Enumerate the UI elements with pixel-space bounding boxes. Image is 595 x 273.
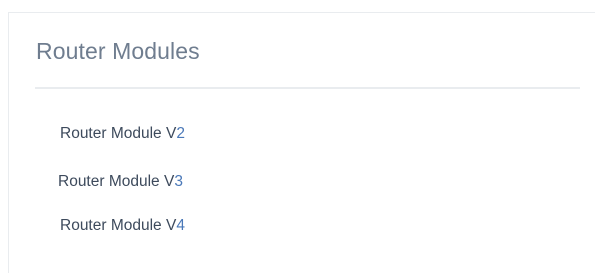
module-version: 2: [176, 125, 185, 142]
router-module-v4-link[interactable]: Router Module V4: [60, 217, 185, 235]
module-name: Router Module V: [58, 173, 175, 190]
router-module-v3-link[interactable]: Router Module V3: [58, 173, 183, 191]
module-name: Router Module V: [60, 125, 177, 142]
panel-title: Router Modules: [36, 38, 200, 64]
router-module-v2-link[interactable]: Router Module V2: [60, 125, 185, 143]
title-divider: [35, 87, 580, 89]
module-name: Router Module V: [60, 217, 177, 234]
module-version: 4: [176, 217, 185, 234]
module-version: 3: [174, 173, 183, 190]
